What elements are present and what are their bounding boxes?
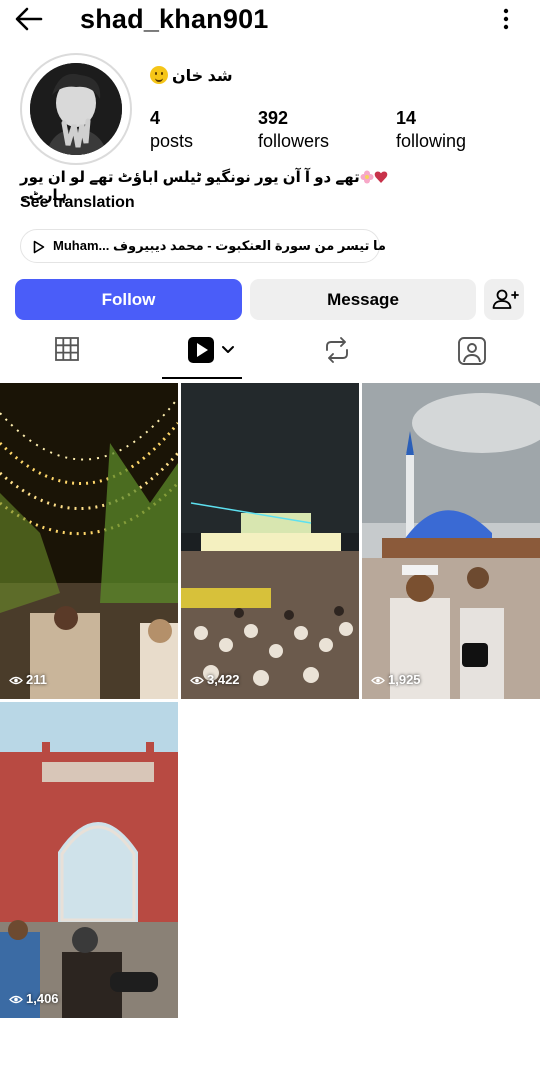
reel-image <box>0 702 178 1018</box>
smile-emoji-icon <box>150 66 168 84</box>
tab-grid[interactable] <box>40 334 94 378</box>
message-button[interactable]: Message <box>250 279 476 320</box>
music-pill[interactable]: Muham... ما تيسر من سورة العنكبوت - محمد… <box>20 229 386 263</box>
tab-tagged[interactable] <box>445 334 499 378</box>
reels-icon <box>176 337 240 382</box>
view-count-text: 1,925 <box>388 672 421 687</box>
reel-thumbnail[interactable]: 1,406 <box>0 702 178 1018</box>
tab-reposts[interactable] <box>310 334 364 378</box>
avatar[interactable] <box>30 63 122 155</box>
profile-username: shad_khan901 <box>80 4 269 34</box>
followers-label: followers <box>258 131 330 151</box>
view-count: 1,925 <box>371 672 421 687</box>
grid-icon <box>40 337 94 382</box>
see-translation-link[interactable]: See translation <box>20 194 135 212</box>
follow-button[interactable]: Follow <box>15 279 242 320</box>
following-label: following <box>396 131 467 151</box>
view-count: 211 <box>9 672 47 687</box>
followers-count: 392 <box>258 108 289 128</box>
flower-emoji-icon <box>360 169 374 186</box>
posts-label: posts <box>150 131 194 151</box>
eye-icon <box>9 676 23 685</box>
view-count-text: 3,422 <box>207 672 240 687</box>
reel-image <box>0 383 178 699</box>
reel-image <box>181 383 359 699</box>
reel-thumbnail[interactable]: 211 <box>0 383 178 699</box>
posts-stat: 4 posts <box>150 107 193 153</box>
following-stat[interactable]: 14 following <box>396 107 466 153</box>
music-title: Muham... ما تيسر من سورة العنكبوت - محمد… <box>53 238 386 253</box>
view-count: 1,406 <box>9 991 59 1006</box>
more-options-icon[interactable] <box>502 8 510 30</box>
repost-icon <box>310 337 364 382</box>
heart-emoji-icon <box>374 169 388 186</box>
top-bar: shad_khan901 <box>0 0 540 40</box>
eye-icon <box>190 676 204 685</box>
view-count-text: 1,406 <box>26 991 59 1006</box>
display-name: شد خان <box>150 66 233 86</box>
eye-icon <box>371 676 385 685</box>
view-count-text: 211 <box>26 672 47 687</box>
display-name-text: شد خان <box>172 68 233 85</box>
reel-image <box>362 383 540 699</box>
active-tab-indicator <box>162 377 242 379</box>
view-count: 3,422 <box>190 672 240 687</box>
posts-count: 4 <box>150 108 161 128</box>
following-count: 14 <box>396 108 417 128</box>
play-icon <box>33 240 45 254</box>
tagged-icon <box>445 337 499 382</box>
avatar-ring[interactable] <box>20 53 132 165</box>
suggested-users-button[interactable] <box>484 279 524 320</box>
eye-icon <box>9 995 23 1004</box>
reel-thumbnail[interactable]: 3,422 <box>181 383 359 699</box>
back-arrow-icon[interactable] <box>14 6 44 32</box>
add-user-icon <box>484 289 524 324</box>
followers-stat[interactable]: 392 followers <box>258 107 329 153</box>
reel-thumbnail[interactable]: 1,925 <box>362 383 540 699</box>
tab-reels[interactable] <box>176 334 240 378</box>
